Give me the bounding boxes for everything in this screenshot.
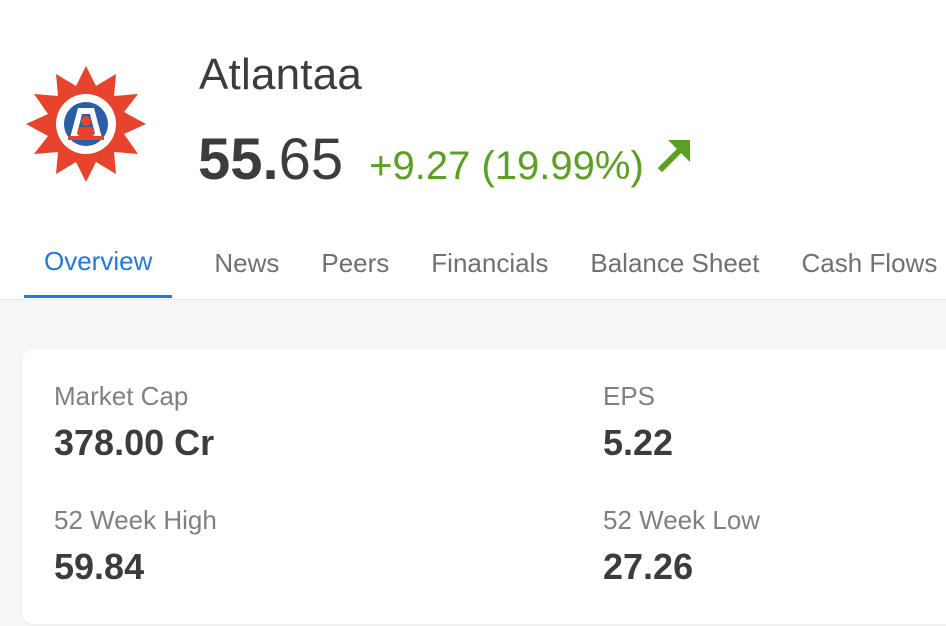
price-integer: 55. [198,127,279,192]
stat-market-cap: Market Cap 378.00 Cr [54,381,214,464]
tab-overview[interactable]: Overview [24,230,173,298]
stat-label: Market Cap [54,381,189,411]
tab-cash-flows[interactable]: Cash Flows [802,230,938,298]
stat-label: EPS [603,381,656,411]
tab-bar: Overview News Peers Financials Balance S… [24,230,937,300]
tab-financials[interactable]: Financials [431,230,548,298]
stat-label: 52 Week High [54,505,217,535]
stat-52-week-high: 52 Week High 59.84 [54,505,217,588]
key-stats-card: Market Cap 378.00 Cr EPS 5.22 52 Week Hi… [22,349,946,624]
stat-value: 5.22 [603,422,674,463]
stat-label: 52 Week Low [603,505,761,535]
stat-value: 27.26 [603,546,694,587]
price-change: +9.27 (19.99%) [369,144,644,188]
stat-eps: EPS 5.22 [603,381,673,464]
stat-value: 378.00 Cr [54,422,215,463]
arrow-up-right-icon [657,140,690,173]
tab-peers[interactable]: Peers [321,230,389,298]
tab-balance-sheet[interactable]: Balance Sheet [590,230,759,298]
stat-52-week-low: 52 Week Low 27.26 [603,505,760,588]
stat-value: 59.84 [54,546,145,587]
company-logo [26,66,146,182]
company-name: Atlantaa [199,50,363,99]
price-decimal: 65 [278,127,344,192]
price-row: 55. 65 +9.27 (19.99%) [198,126,694,192]
tab-news[interactable]: News [214,230,279,298]
stock-header: Atlantaa 55. 65 +9.27 (19.99%) Overview … [0,0,946,300]
